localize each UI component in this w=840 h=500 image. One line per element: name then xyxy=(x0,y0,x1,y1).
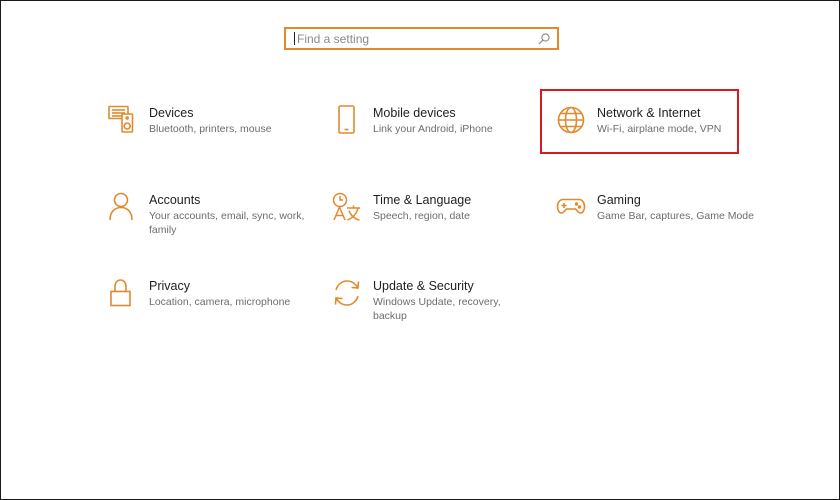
tile-subtitle: Speech, region, date xyxy=(373,210,470,222)
tile-title: Devices xyxy=(149,106,194,120)
tile-subtitle: Windows Update, recovery, backup xyxy=(373,296,501,322)
settings-window: Devices Bluetooth, printers, mouse Mobil… xyxy=(0,0,840,500)
tile-title: Gaming xyxy=(597,193,641,207)
tile-accounts[interactable]: Accounts Your accounts, email, sync, wor… xyxy=(107,191,317,247)
tile-privacy[interactable]: Privacy Location, camera, microphone xyxy=(107,277,317,333)
tile-mobile-devices[interactable]: Mobile devices Link your Android, iPhone xyxy=(331,104,541,160)
tile-title: Accounts xyxy=(149,193,201,207)
tile-subtitle: Location, camera, microphone xyxy=(149,296,291,308)
time-language-icon xyxy=(331,191,363,223)
tile-update-security[interactable]: Update & Security Windows Update, recove… xyxy=(331,277,541,333)
tile-gaming[interactable]: Gaming Game Bar, captures, Game Mode xyxy=(555,191,765,247)
tile-title: Update & Security xyxy=(373,279,474,293)
highlight-annotation xyxy=(540,89,739,154)
tile-subtitle: Bluetooth, printers, mouse xyxy=(149,123,272,135)
tile-subtitle: Your accounts, email, sync, work, family xyxy=(149,210,305,236)
search-icon[interactable] xyxy=(537,32,551,46)
tile-time-language[interactable]: Time & Language Speech, region, date xyxy=(331,191,541,247)
tile-title: Time & Language xyxy=(373,193,472,207)
devices-icon xyxy=(107,104,139,136)
search-input[interactable] xyxy=(295,29,537,48)
search-box[interactable] xyxy=(284,27,559,50)
tile-subtitle: Game Bar, captures, Game Mode xyxy=(597,210,754,222)
tile-title: Mobile devices xyxy=(373,106,456,120)
mobile-devices-icon xyxy=(331,104,363,136)
tile-devices[interactable]: Devices Bluetooth, printers, mouse xyxy=(107,104,317,160)
gamepad-icon xyxy=(555,191,587,223)
tile-subtitle: Link your Android, iPhone xyxy=(373,123,493,135)
person-icon xyxy=(107,191,139,223)
sync-icon xyxy=(331,277,363,309)
lock-icon xyxy=(107,277,139,309)
tile-title: Privacy xyxy=(149,279,190,293)
